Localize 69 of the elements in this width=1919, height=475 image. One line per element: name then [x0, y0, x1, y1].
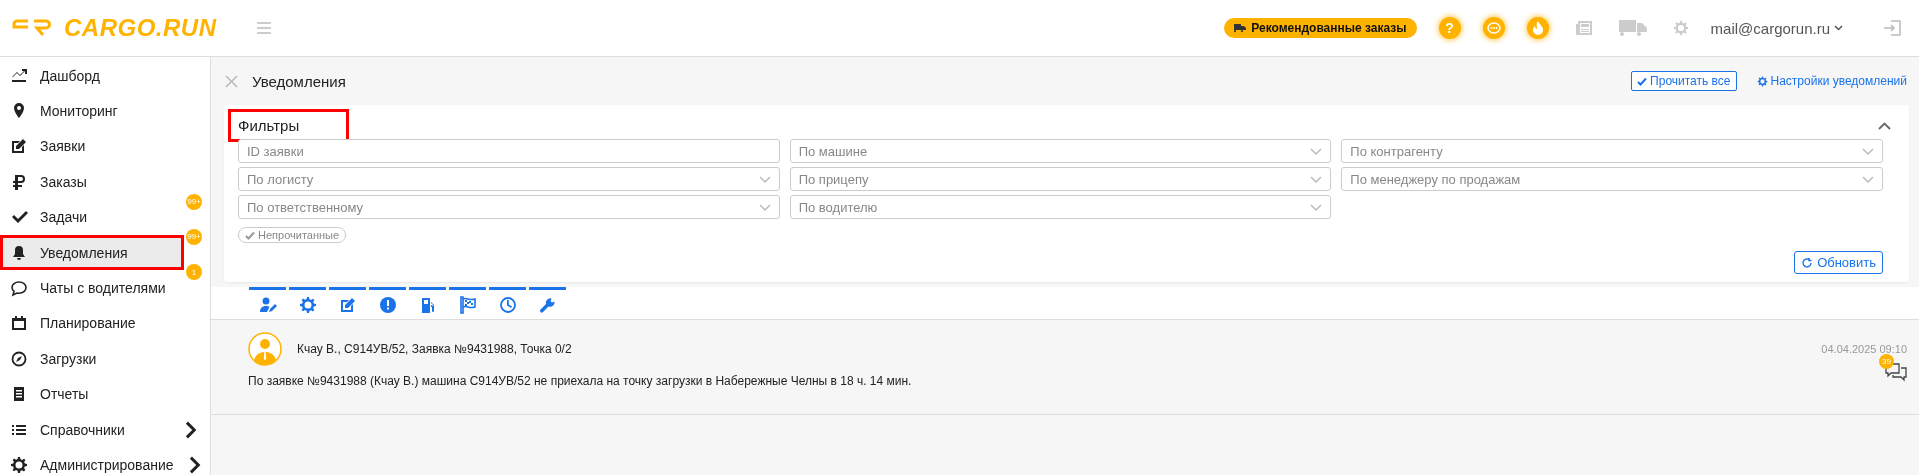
count-badge: 99+ [186, 228, 202, 245]
read-all-button[interactable]: Прочитать все [1631, 71, 1737, 91]
truck-dollar-icon[interactable] [1618, 20, 1647, 36]
speech-bubble-icon [1486, 22, 1501, 34]
logout-icon[interactable] [1883, 20, 1901, 36]
filter-select[interactable]: По менеджеру по продажам [1341, 167, 1883, 191]
count-badge: 1 [186, 264, 202, 281]
sidebar-item[interactable]: Заявки [0, 128, 210, 165]
sidebar-item[interactable]: Чаты с водителями [0, 270, 184, 306]
edit-icon [10, 137, 28, 156]
compass-icon [10, 349, 28, 368]
bell-icon [10, 243, 28, 262]
avatar-silhouette-icon [248, 332, 282, 366]
filter-select[interactable]: По прицепу [789, 167, 1332, 191]
filter-select[interactable]: По ответственному [238, 195, 780, 219]
sidebar-item[interactable]: Уведомления [0, 234, 184, 271]
filter-select[interactable]: По водителю [789, 195, 1332, 219]
dashboard-icon [10, 66, 28, 85]
chevron-up-icon[interactable] [1878, 121, 1891, 130]
gear-icon [10, 456, 28, 474]
edit-icon [338, 295, 357, 314]
sidebar-item[interactable]: Справочники [0, 411, 210, 448]
ruble-icon [10, 172, 28, 191]
chevron-down-icon[interactable] [1834, 25, 1843, 31]
sidebar-item[interactable]: Мониторинг [0, 93, 210, 129]
sidebar-item[interactable]: Дашборд [0, 58, 210, 94]
flame-icon[interactable] [1526, 17, 1549, 39]
notification-settings-link[interactable]: Настройки уведомлений [1756, 74, 1907, 88]
settings-icon [1756, 75, 1768, 87]
calendar-icon [10, 314, 28, 333]
refresh-button[interactable]: Обновить [1794, 251, 1883, 274]
filter-select[interactable]: По логисту [238, 167, 780, 191]
count-badge: 99+ [186, 193, 202, 210]
alert-icon [378, 295, 397, 314]
comments-count-badge: 39 [1879, 354, 1894, 369]
filters-title: Фильтры [228, 109, 350, 142]
check-icon [1637, 76, 1648, 86]
menu-icon[interactable] [256, 22, 271, 34]
user-edit-icon [258, 295, 277, 314]
truck-icon [1234, 23, 1247, 33]
clock-icon [498, 295, 517, 314]
chat-icon[interactable] [1482, 17, 1505, 39]
comments-icon[interactable] [1885, 362, 1907, 382]
settings-icon[interactable] [1672, 20, 1689, 36]
sidebar-item[interactable]: Загрузки [0, 341, 210, 377]
notification-subject: Кчау В., С914УВ/52, Заявка №9431988, Точка 0/2 [297, 342, 572, 356]
flag-icon [458, 295, 477, 314]
filter-input[interactable]: ID заявки [238, 139, 780, 163]
gear-icon [298, 295, 317, 314]
chat-icon [10, 279, 28, 298]
notification-time: 04.04.2025 09:10 [1821, 343, 1907, 355]
page-title: Уведомления [252, 72, 346, 90]
sidebar-item[interactable]: Задачи [0, 199, 184, 235]
unread-filter-chip[interactable]: Непрочитанные [238, 227, 347, 243]
sidebar-item[interactable]: Администрирование [0, 447, 210, 475]
newspaper-icon[interactable] [1574, 20, 1593, 36]
wrench-icon [538, 295, 557, 314]
refresh-icon [1801, 256, 1814, 269]
sidebar-item[interactable]: Планирование [0, 305, 210, 342]
user-email-menu[interactable]: mail@cargorun.ru [1710, 19, 1830, 37]
close-icon[interactable] [225, 74, 238, 88]
filter-select[interactable]: По контрагенту [1341, 139, 1883, 163]
sidebar-item[interactable]: Отчеты [0, 376, 210, 412]
notification-message: По заявке №9431988 (Кчау В.) машина С914УВ/52 не приехала на точку загрузки в Набережные Челны в 18 ч. 14 мин. [248, 374, 913, 388]
logo-icon [12, 18, 52, 38]
drop-icon [1531, 21, 1544, 35]
check-icon [245, 230, 255, 240]
recommended-orders-button[interactable]: Рекомендованные заказы [1224, 18, 1417, 38]
filter-select[interactable]: По машине [789, 139, 1332, 163]
